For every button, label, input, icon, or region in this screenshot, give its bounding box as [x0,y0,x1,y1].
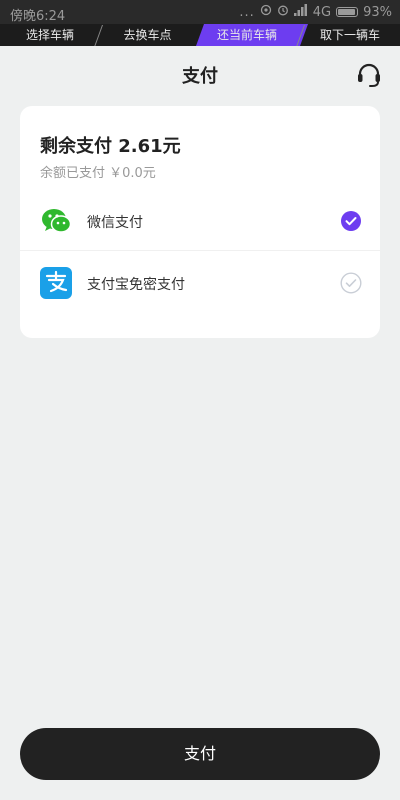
payment-card: 剩余支付 2.61元 余额已支付 ￥0.0元 微信支付 支付宝免密支付 [20,106,380,338]
page-title: 支付 [182,66,218,87]
location-icon [260,4,272,20]
pay-button[interactable]: 支付 [20,728,380,780]
status-dots: ... [239,4,255,20]
step-select-vehicle: 选择车辆 [25,28,74,42]
battery-percent: 93% [363,4,392,20]
radio-checked-icon[interactable] [340,210,362,232]
step-return-vehicle: 还当前车辆 [216,28,277,42]
alarm-icon [277,4,289,20]
radio-unchecked-icon[interactable] [340,272,362,294]
status-icons: ... 4G 93% [239,4,392,20]
payment-option-wechat[interactable]: 微信支付 [20,192,380,251]
signal-icon [293,4,308,20]
headset-icon[interactable] [354,60,384,90]
network-type: 4G [312,4,332,20]
page-header: 支付 [0,46,400,102]
payment-option-alipay[interactable]: 支付宝免密支付 [20,254,380,312]
payment-option-label: 微信支付 [87,215,143,231]
step-pick-next-vehicle: 取下一辆车 [319,28,380,42]
alipay-icon [40,267,72,299]
remaining-amount: 剩余支付 2.61元 [40,136,181,157]
balance-paid: 余额已支付 ￥0.0元 [40,166,156,181]
battery-icon [336,7,359,17]
payment-option-label: 支付宝免密支付 [87,277,185,293]
status-time: 傍晚6:24 [10,9,66,24]
step-go-to-swap-point: 去换车点 [123,28,172,42]
wechat-icon [40,205,72,237]
step-progress-bar: 选择车辆 去换车点 还当前车辆 取下一辆车 [0,24,400,46]
status-bar: 傍晚6:24 ... 4G 93% [0,0,400,24]
